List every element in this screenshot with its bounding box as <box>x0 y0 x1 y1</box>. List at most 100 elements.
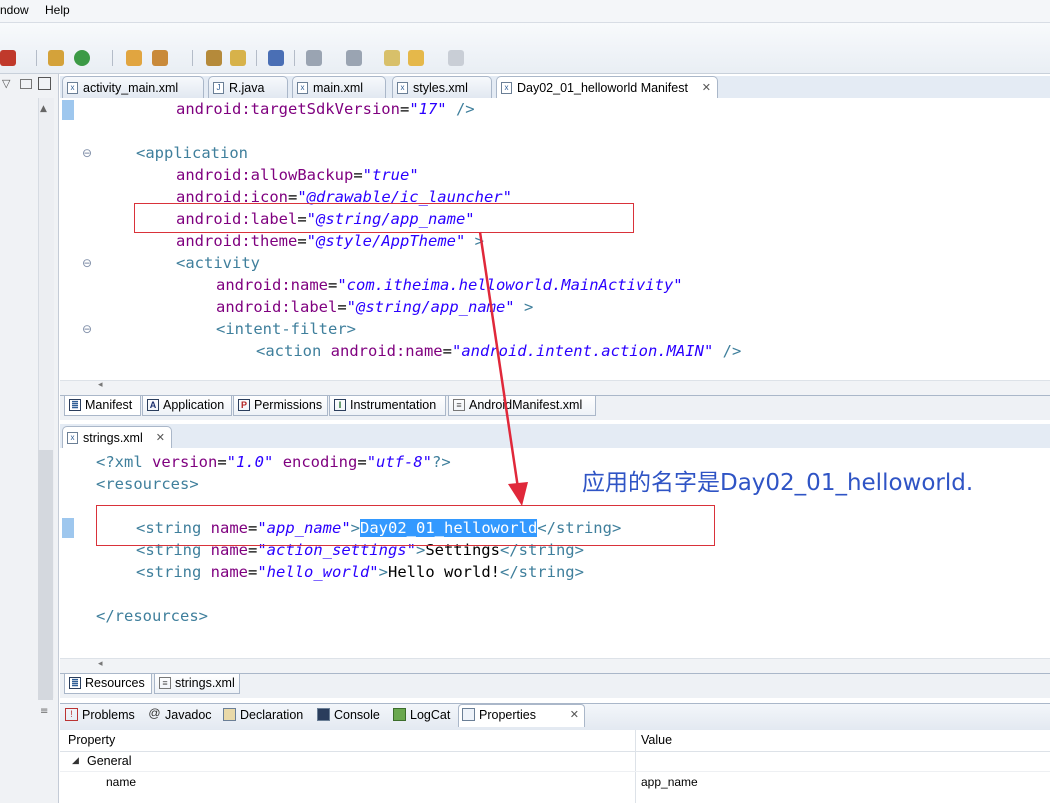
scrollbar-thumb[interactable] <box>38 450 53 700</box>
tab-label: strings.xml <box>83 431 143 445</box>
maximize-icon[interactable] <box>38 77 51 90</box>
run-icon[interactable] <box>0 50 16 66</box>
tab-label: Console <box>334 708 380 722</box>
close-icon[interactable]: ✕ <box>570 705 579 725</box>
fold-icon[interactable]: ⊖ <box>82 323 92 335</box>
problems-icon: ! <box>65 708 78 721</box>
tab-label: strings.xml <box>175 676 235 690</box>
tab-console[interactable]: Console <box>314 705 380 727</box>
open-type-icon[interactable] <box>126 50 142 66</box>
forward-arrow-icon[interactable] <box>448 50 464 66</box>
code-line: android:name="com.itheima.helloworld.Mai… <box>216 276 683 294</box>
highlight-box <box>96 505 715 546</box>
tab-logcat[interactable]: LogCat <box>390 705 450 727</box>
tab-main-xml[interactable]: x main.xml <box>292 76 386 98</box>
tab-problems[interactable]: ! Problems <box>62 705 135 727</box>
tab-label: styles.xml <box>413 81 468 95</box>
back-arrow-icon[interactable] <box>408 50 424 66</box>
logcat-icon <box>393 708 406 721</box>
tab-javadoc[interactable]: @ Javadoc <box>145 705 211 727</box>
application-icon: A <box>147 399 159 411</box>
scroll-up-icon[interactable]: ▲ <box>40 104 47 114</box>
next-annotation-icon[interactable] <box>306 50 322 66</box>
last-edit-icon[interactable] <box>384 50 400 66</box>
tab-label: Declaration <box>240 708 304 722</box>
tab-application[interactable]: A Application <box>142 396 232 416</box>
tab-r-java[interactable]: J R.java <box>208 76 288 98</box>
tab-manifest-overview[interactable]: ≣ Manifest <box>64 396 141 416</box>
console-icon <box>317 708 330 721</box>
java-file-icon: J <box>213 82 224 94</box>
tab-label: Instrumentation <box>350 398 437 412</box>
column-value[interactable]: Value <box>641 733 672 747</box>
code-line: <intent-filter> <box>216 320 356 338</box>
tab-properties[interactable]: Properties ✕ <box>458 704 585 727</box>
overview-ruler-marker <box>62 518 74 538</box>
tab-label: Day02_01_helloworld Manifest <box>517 81 688 95</box>
menu-help[interactable]: Help <box>45 3 70 17</box>
property-value[interactable]: app_name <box>641 775 698 789</box>
minimize-icon[interactable] <box>20 79 32 89</box>
overview-ruler-marker <box>62 100 74 120</box>
tab-label: activity_main.xml <box>83 81 179 95</box>
code-line: </resources> <box>96 607 208 625</box>
code-line: <activity <box>176 254 260 272</box>
instrumentation-icon: I <box>334 399 346 411</box>
scroll-left-icon[interactable]: ◂ <box>98 380 103 390</box>
javadoc-icon: @ <box>148 706 161 720</box>
code-line: <?xml version="1.0" encoding="utf-8"?> <box>96 453 451 471</box>
pin-icon[interactable] <box>268 50 284 66</box>
close-icon[interactable]: ✕ <box>702 77 711 99</box>
menu-bar: ndow Help <box>0 0 1050 23</box>
tab-instrumentation[interactable]: I Instrumentation <box>329 396 446 416</box>
search-icon[interactable] <box>152 50 168 66</box>
tab-permissions[interactable]: P Permissions <box>233 396 328 416</box>
tab-declaration[interactable]: Declaration <box>220 705 303 727</box>
properties-header <box>60 730 1050 752</box>
view-menu-icon[interactable]: ▽ <box>2 77 10 90</box>
horizontal-scrollbar[interactable] <box>60 658 1050 673</box>
tab-activity-main[interactable]: x activity_main.xml <box>62 76 204 98</box>
expand-triangle-icon[interactable]: ◢ <box>72 756 79 766</box>
new-class-icon[interactable] <box>74 50 90 66</box>
code-line: <application <box>136 144 248 162</box>
tab-label: Resources <box>85 676 145 690</box>
close-icon[interactable]: ✕ <box>156 427 165 449</box>
declaration-icon <box>223 708 236 721</box>
fold-icon[interactable]: ⊖ <box>82 147 92 159</box>
tab-label: R.java <box>229 81 265 95</box>
xml-source-icon: ≡ <box>453 399 465 411</box>
tab-manifest[interactable]: x Day02_01_helloworld Manifest ✕ <box>496 76 718 98</box>
annotation-icon[interactable] <box>206 50 222 66</box>
strings-tab-strip <box>60 424 1050 449</box>
prev-annotation-icon[interactable] <box>346 50 362 66</box>
menu-window[interactable]: ndow <box>0 3 29 17</box>
tab-strings-xml-source[interactable]: ≡ strings.xml <box>154 674 240 694</box>
code-line: android:theme="@style/AppTheme" > <box>176 232 484 250</box>
task-icon[interactable] <box>230 50 246 66</box>
scroll-left-icon[interactable]: ◂ <box>98 659 103 669</box>
xml-source-icon: ≡ <box>159 677 171 689</box>
tab-label: Application <box>163 398 225 412</box>
code-line: <string name="hello_world">Hello world!<… <box>136 563 584 581</box>
toolbar-separator <box>192 50 193 66</box>
code-line: <resources> <box>96 475 199 493</box>
tab-label: Problems <box>82 708 135 722</box>
toolbar-separator <box>256 50 257 66</box>
column-property[interactable]: Property <box>68 733 115 747</box>
properties-icon <box>462 708 475 721</box>
new-package-icon[interactable] <box>48 50 64 66</box>
tab-strings-xml[interactable]: x strings.xml ✕ <box>62 426 172 448</box>
toolbar-separator <box>294 50 295 66</box>
property-name[interactable]: name <box>106 775 136 789</box>
tab-resources[interactable]: ≣ Resources <box>64 674 152 694</box>
tab-styles-xml[interactable]: x styles.xml <box>392 76 492 98</box>
android-manifest-icon: x <box>501 82 512 94</box>
code-line: android:targetSdkVersion="17" /> <box>176 100 475 118</box>
splitter-handle-icon[interactable]: ≡ <box>40 706 48 717</box>
fold-icon[interactable]: ⊖ <box>82 257 92 269</box>
xml-file-icon: x <box>297 82 308 94</box>
horizontal-scrollbar[interactable] <box>60 380 1050 395</box>
group-general[interactable]: General <box>87 754 131 768</box>
tab-label: Permissions <box>254 398 323 412</box>
